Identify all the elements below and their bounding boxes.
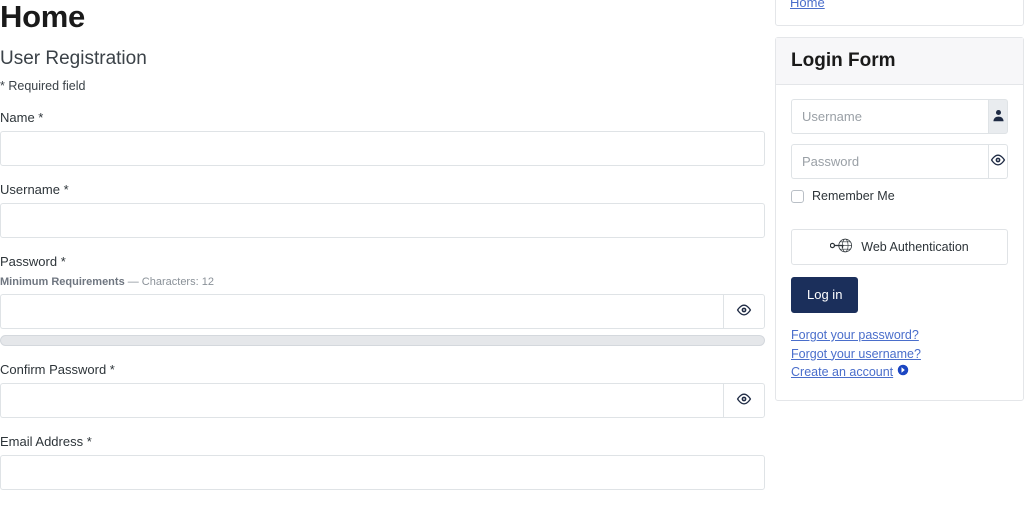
name-input[interactable] [0,131,765,166]
password-reveal-button[interactable] [723,294,765,329]
password-hint-strong: Minimum Requirements [0,276,125,288]
eye-icon [736,302,752,321]
password-input[interactable] [0,294,723,329]
eye-icon [990,152,1006,171]
page-title: Home [0,0,85,34]
login-button-wrap: Log in [791,265,1008,313]
eye-icon [736,391,752,410]
login-helper-links: Forgot your password? Forgot your userna… [791,326,1008,382]
username-input[interactable] [0,203,765,238]
login-username-input[interactable] [791,99,988,134]
login-form-header: Login Form [776,38,1023,85]
page-root: Home User Registration * Required field … [0,0,1024,524]
field-group-confirm-password: Confirm Password * [0,362,765,418]
label-password: Password * [0,254,66,269]
password-hint-rest: — Characters: 12 [124,276,214,288]
label-confirm-password: Confirm Password * [0,362,115,377]
label-username: Username * [0,182,69,197]
user-icon [992,109,1005,125]
confirm-password-input-group [0,383,765,418]
login-form-title: Login Form [791,50,896,71]
sidebar: Home Login Form Username Remember Me Web… [775,0,1024,401]
login-username-group [791,99,1008,134]
confirm-password-input[interactable] [0,383,723,418]
password-requirements-hint: Minimum Requirements — Characters: 12 [0,275,765,289]
label-name: Name * [0,110,44,125]
field-group-email: Email Address * [0,434,765,490]
field-group-password: Password * Minimum Requirements — Charac… [0,254,765,346]
remember-me-label: Remember Me [812,189,895,203]
forgot-username-link[interactable]: Forgot your username? [791,345,1008,364]
field-group-name: Name * [0,110,765,166]
sidebar-link-home[interactable]: Home [790,0,825,10]
create-account-row: Create an account [791,363,1008,382]
nav-panel: Home [775,0,1024,26]
password-input-group [0,294,765,329]
login-form-body: Remember Me [776,85,1023,400]
create-account-link[interactable]: Create an account [791,363,893,382]
web-authentication-label: Web Authentication [861,240,969,254]
registration-main: Home User Registration * Required field … [0,0,765,524]
forgot-password-link[interactable]: Forgot your password? [791,326,1008,345]
required-field-note: * Required field [0,79,86,93]
label-email: Email Address * [0,434,92,449]
login-form-panel: Login Form Username Remember Me Web Auth… [775,37,1024,401]
confirm-password-reveal-button[interactable] [723,383,765,418]
field-group-username: Username * [0,182,765,238]
web-authentication-button[interactable]: Web Authentication [791,229,1008,265]
login-button[interactable]: Log in [791,277,859,313]
passkey-icon [829,237,854,257]
section-title: User Registration [0,48,147,69]
login-username-addon-button[interactable] [988,99,1008,134]
login-password-group [791,144,1008,179]
login-password-reveal-button[interactable] [988,144,1008,179]
email-input[interactable] [0,455,765,490]
password-strength-meter [0,335,765,346]
arrow-circle-right-icon [897,363,909,381]
remember-me-checkbox[interactable] [791,190,804,203]
login-password-input[interactable] [791,144,988,179]
remember-me-row: Remember Me [791,189,1008,204]
